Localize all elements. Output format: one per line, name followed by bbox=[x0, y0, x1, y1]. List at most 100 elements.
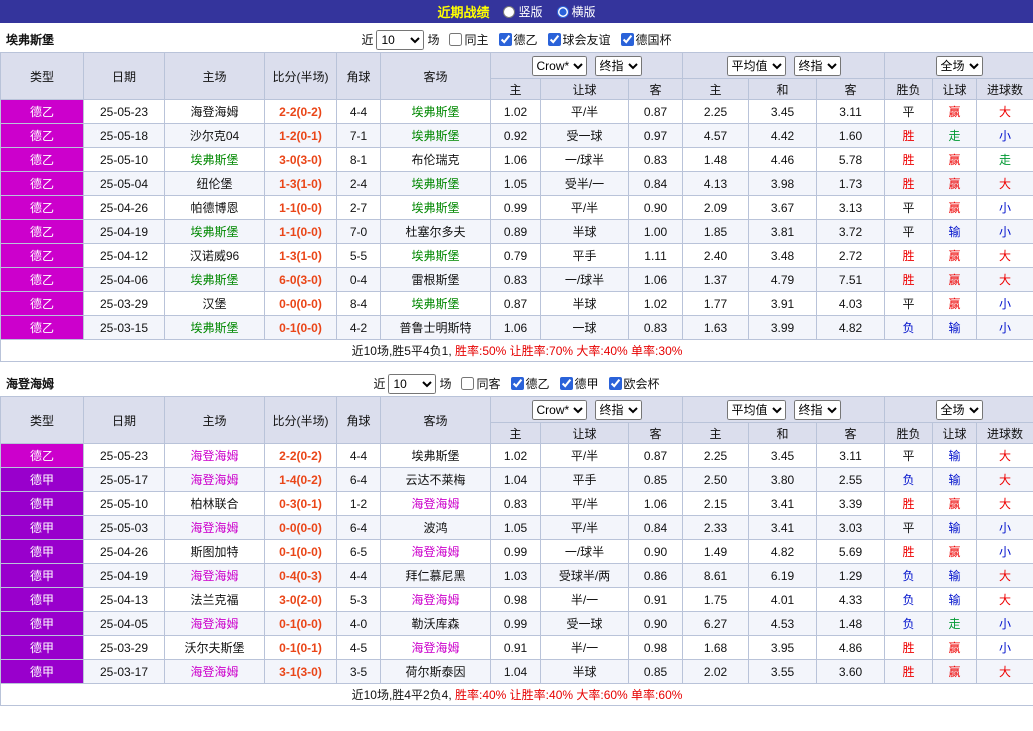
avg-away-odds: 1.29 bbox=[816, 563, 886, 588]
handicap: 半/一 bbox=[540, 587, 629, 612]
away-team[interactable]: 埃弗斯堡 bbox=[380, 123, 491, 148]
league-badge: 德甲 bbox=[0, 611, 84, 636]
avg-stage-select[interactable]: 终指 bbox=[793, 55, 841, 76]
avg-draw-odds: 4.01 bbox=[748, 587, 818, 612]
vertical-layout-label: 竖版 bbox=[518, 5, 543, 19]
scope-select[interactable]: 全场 bbox=[935, 55, 983, 76]
filter-checkbox-3[interactable]: 欧会杯 bbox=[608, 375, 660, 392]
result-goals: 小 bbox=[976, 195, 1033, 220]
filter-checkbox-1[interactable]: 德乙 bbox=[510, 375, 550, 392]
result-goals: 小 bbox=[976, 219, 1033, 244]
away-team[interactable]: 海登海姆 bbox=[380, 539, 491, 564]
home-team[interactable]: 埃弗斯堡 bbox=[164, 147, 265, 172]
away-team[interactable]: 埃弗斯堡 bbox=[380, 291, 491, 316]
result-handicap: 输 bbox=[932, 563, 978, 588]
filter-checkbox-input[interactable] bbox=[449, 33, 463, 46]
home-team[interactable]: 海登海姆 bbox=[164, 467, 265, 492]
away-odds: 1.06 bbox=[627, 267, 684, 292]
result-outcome: 平 bbox=[884, 443, 934, 468]
scope-select[interactable]: 全场 bbox=[935, 399, 983, 420]
away-team[interactable]: 埃弗斯堡 bbox=[380, 99, 491, 124]
filter-checkbox-2[interactable]: 德甲 bbox=[559, 375, 599, 392]
filter-checkbox-input[interactable] bbox=[510, 377, 524, 390]
home-team[interactable]: 海登海姆 bbox=[164, 659, 265, 684]
match-row: 德甲 25-04-19 海登海姆 0-4(0-3) 4-4 拜仁慕尼黑 1.03 受球半/两 0… bbox=[0, 563, 1033, 588]
handicap: 一/球半 bbox=[540, 539, 629, 564]
home-team[interactable]: 海登海姆 bbox=[164, 515, 265, 540]
score: 0-3(0-1) bbox=[264, 491, 337, 516]
avg-away-odds: 5.69 bbox=[816, 539, 886, 564]
team-section-0: 埃弗斯堡近 10 场同主 德乙 球会友谊 德国杯 类型 日期 主场 比分(半场) 角球 客场 Crow*… bbox=[0, 27, 1033, 362]
filter-checkbox-input[interactable] bbox=[559, 377, 573, 390]
home-team[interactable]: 海登海姆 bbox=[164, 563, 265, 588]
bookmaker-select[interactable]: Crow* bbox=[531, 399, 587, 420]
handicap: 平/半 bbox=[540, 491, 629, 516]
layout-option-horizontal[interactable]: 横版 bbox=[556, 3, 596, 20]
avg-draw-odds: 3.95 bbox=[748, 635, 818, 660]
column-header: 日期 bbox=[83, 396, 165, 444]
away-odds: 0.83 bbox=[627, 315, 684, 340]
away-team[interactable]: 埃弗斯堡 bbox=[380, 195, 491, 220]
home-team[interactable]: 埃弗斯堡 bbox=[164, 219, 265, 244]
layout-option-vertical[interactable]: 竖版 bbox=[503, 3, 543, 20]
match-count-select[interactable]: 10 bbox=[388, 373, 437, 394]
result-handicap: 输 bbox=[932, 219, 978, 244]
away-team[interactable]: 埃弗斯堡 bbox=[380, 243, 491, 268]
home-team[interactable]: 埃弗斯堡 bbox=[164, 315, 265, 340]
handicap: 平/半 bbox=[540, 195, 629, 220]
match-date: 25-05-10 bbox=[83, 491, 165, 516]
avg-draw-odds: 6.19 bbox=[748, 563, 818, 588]
handicap: 受一球 bbox=[540, 611, 629, 636]
result-goals: 走 bbox=[976, 147, 1033, 172]
column-subheader: 和 bbox=[748, 422, 818, 444]
filter-checkbox-0[interactable]: 同主 bbox=[449, 31, 489, 48]
vertical-layout-radio[interactable] bbox=[503, 5, 516, 18]
result-handicap: 输 bbox=[932, 443, 978, 468]
filter-checkbox-input[interactable] bbox=[620, 33, 634, 46]
match-row: 德乙 25-05-18 沙尔克04 1-2(0-1) 7-1 埃弗斯堡 0.92 受一球 0.9… bbox=[0, 123, 1033, 148]
home-team[interactable]: 海登海姆 bbox=[164, 611, 265, 636]
away-team[interactable]: 埃弗斯堡 bbox=[380, 171, 491, 196]
filter-checkbox-1[interactable]: 德乙 bbox=[498, 31, 538, 48]
filter-checkbox-input[interactable] bbox=[461, 377, 475, 390]
horizontal-layout-radio[interactable] bbox=[556, 5, 569, 18]
filter-checkbox-input[interactable] bbox=[608, 377, 622, 390]
score: 1-3(1-0) bbox=[264, 171, 337, 196]
scope-group-header: 全场 bbox=[884, 396, 1033, 423]
match-count-select[interactable]: 10 bbox=[376, 29, 425, 50]
filter-checkbox-input[interactable] bbox=[498, 33, 512, 46]
column-subheader: 进球数 bbox=[976, 422, 1033, 444]
home-team[interactable]: 海登海姆 bbox=[164, 443, 265, 468]
match-row: 德甲 25-03-29 沃尔夫斯堡 0-1(0-1) 4-5 海登海姆 0.91 半/一 0.9… bbox=[0, 635, 1033, 660]
away-odds: 0.91 bbox=[627, 587, 684, 612]
away-team[interactable]: 海登海姆 bbox=[380, 491, 491, 516]
score: 0-1(0-0) bbox=[264, 539, 337, 564]
away-odds: 0.84 bbox=[627, 515, 684, 540]
away-team[interactable]: 海登海姆 bbox=[380, 587, 491, 612]
average-select[interactable]: 平均值 bbox=[726, 399, 786, 420]
odds-stage-select[interactable]: 终指 bbox=[594, 55, 642, 76]
odds-stage-select[interactable]: 终指 bbox=[594, 399, 642, 420]
home-team[interactable]: 埃弗斯堡 bbox=[164, 267, 265, 292]
away-team[interactable]: 海登海姆 bbox=[380, 635, 491, 660]
home-odds: 0.99 bbox=[490, 611, 541, 636]
home-odds: 1.05 bbox=[490, 171, 541, 196]
bookmaker-select[interactable]: Crow* bbox=[531, 55, 587, 76]
avg-away-odds: 3.13 bbox=[816, 195, 886, 220]
average-select[interactable]: 平均值 bbox=[726, 55, 786, 76]
result-handicap: 赢 bbox=[932, 491, 978, 516]
filter-checkbox-0[interactable]: 同客 bbox=[461, 375, 501, 392]
filter-checkbox-3[interactable]: 德国杯 bbox=[620, 31, 672, 48]
avg-stage-select[interactable]: 终指 bbox=[793, 399, 841, 420]
column-subheader: 客 bbox=[816, 78, 886, 100]
result-goals: 小 bbox=[976, 315, 1033, 340]
avg-away-odds: 1.60 bbox=[816, 123, 886, 148]
match-date: 25-03-29 bbox=[83, 291, 165, 316]
result-handicap: 赢 bbox=[932, 635, 978, 660]
score: 0-1(0-0) bbox=[264, 611, 337, 636]
column-header: 客场 bbox=[380, 396, 491, 444]
match-date: 25-04-19 bbox=[83, 563, 165, 588]
team-name: 埃弗斯堡 bbox=[6, 33, 55, 47]
filter-checkbox-2[interactable]: 球会友谊 bbox=[547, 31, 611, 48]
filter-checkbox-input[interactable] bbox=[547, 33, 561, 46]
